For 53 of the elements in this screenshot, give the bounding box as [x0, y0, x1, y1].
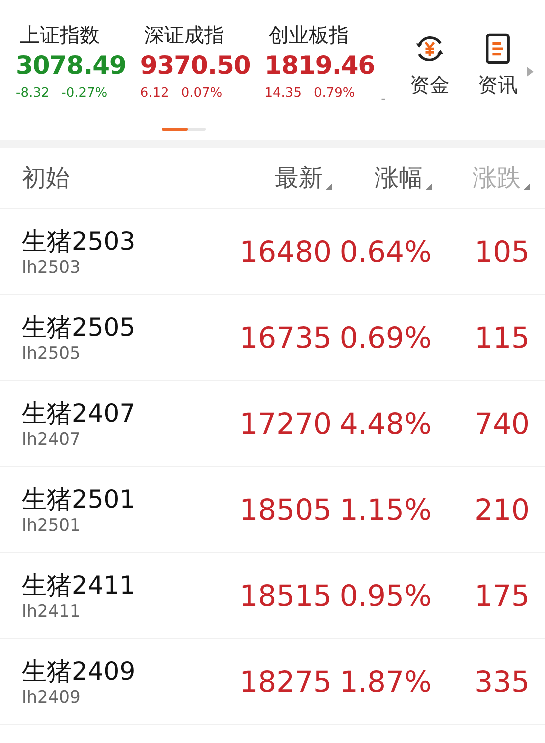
page-indicator	[162, 128, 206, 132]
column-header[interactable]: 涨幅	[375, 162, 423, 194]
last-price: 16735	[240, 320, 332, 354]
last-price: 18505	[240, 492, 332, 526]
change-amount: 105	[474, 234, 530, 268]
sort-icon[interactable]	[326, 184, 332, 190]
change-percent: 0.95%	[340, 578, 432, 612]
contract-name: 生猪2411	[22, 570, 136, 602]
contract-code: lh2505	[22, 344, 81, 364]
contract-code: lh2503	[22, 258, 81, 278]
index-tail: -	[381, 92, 386, 107]
index-change: -8.32	[16, 86, 50, 101]
index-change: 6.12	[140, 86, 170, 101]
index-value: 1819.46	[264, 51, 376, 80]
shortcut-label[interactable]: 资金	[410, 72, 450, 99]
change-percent: 0.69%	[340, 320, 432, 354]
change-percent: 1.87%	[340, 664, 432, 698]
index-percent: 0.79%	[314, 86, 356, 101]
contract-name: 生猪2503	[22, 226, 136, 258]
last-price: 18515	[240, 578, 332, 612]
contract-name: 生猪2505	[22, 312, 136, 344]
contract-code: lh2407	[22, 430, 81, 450]
last-price: 16480	[240, 234, 332, 268]
index-name: 深证成指	[144, 22, 224, 49]
last-price: 18275	[240, 664, 332, 698]
contract-name: 生猪2409	[22, 656, 136, 688]
right-triangle-icon[interactable]	[526, 67, 534, 77]
index-name: 上证指数	[20, 22, 100, 49]
sort-icon[interactable]	[426, 184, 432, 190]
contract-name: 生猪2407	[22, 398, 136, 430]
sort-icon[interactable]	[524, 184, 530, 190]
change-percent: 1.15%	[340, 492, 432, 526]
shortcut-label[interactable]: 资讯	[478, 72, 518, 99]
contract-code: lh2501	[22, 516, 81, 536]
index-percent: 0.07%	[181, 86, 223, 101]
index-name: 创业板指	[268, 22, 349, 49]
change-amount: 335	[474, 664, 530, 698]
index-value: 3078.49	[16, 51, 126, 80]
column-header[interactable]: 最新	[275, 162, 323, 194]
change-amount: 210	[474, 492, 530, 526]
index-percent: -0.27%	[62, 86, 108, 101]
contract-code: lh2411	[22, 602, 81, 622]
change-amount: 175	[474, 578, 530, 612]
last-price: 17270	[240, 406, 332, 440]
change-percent: 4.48%	[340, 406, 432, 440]
change-amount: 740	[474, 406, 530, 440]
contract-code: lh2409	[22, 688, 81, 708]
index-value: 9370.50	[140, 51, 251, 80]
change-amount: 115	[474, 320, 530, 354]
contract-name: 生猪2501	[22, 484, 136, 516]
change-percent: 0.64%	[340, 234, 432, 268]
column-header[interactable]: 初始	[22, 162, 70, 194]
index-change: 14.35	[264, 86, 302, 101]
